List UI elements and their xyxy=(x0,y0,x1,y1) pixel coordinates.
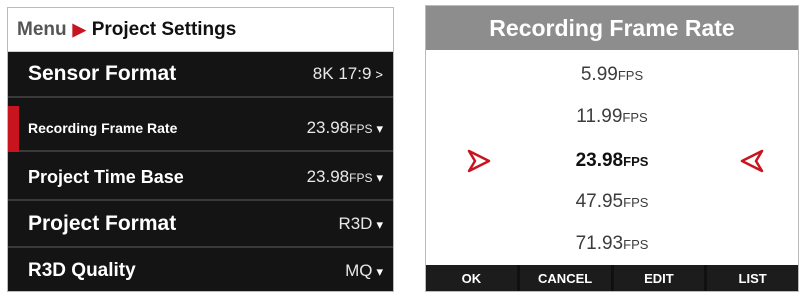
row-label: Sensor Format xyxy=(28,62,177,85)
project-settings-menu: Menu ▶ Project Settings Sensor Format 8K… xyxy=(7,7,394,292)
edit-button[interactable]: EDIT xyxy=(613,265,705,291)
option-unit: FPS xyxy=(623,237,649,252)
chevron-down-icon: ▾ xyxy=(376,170,383,185)
row-value-text: R3D xyxy=(338,214,373,233)
row-value: 23.98 FPS ▾ xyxy=(307,118,383,138)
selected-row-indicator xyxy=(8,106,19,152)
option-value: 71.93 xyxy=(575,233,624,254)
frame-rate-option[interactable]: 11.99FPS xyxy=(426,104,798,130)
row-value: 8K 17:9 > xyxy=(313,64,383,84)
breadcrumb-menu-link[interactable]: Menu xyxy=(17,19,67,41)
option-value: 23.98 xyxy=(575,150,624,171)
row-value-text: 23.98 xyxy=(306,118,350,137)
option-value: 5.99 xyxy=(580,64,618,85)
breadcrumb: Menu ▶ Project Settings xyxy=(8,8,393,52)
dialog-title: Recording Frame Rate xyxy=(426,6,798,50)
option-value: 11.99 xyxy=(576,106,623,127)
menu-row-sensor-format[interactable]: Sensor Format 8K 17:9 > xyxy=(8,52,393,98)
list-button[interactable]: LIST xyxy=(707,265,798,291)
row-label: Project Time Base xyxy=(28,166,184,187)
frame-rate-option[interactable]: 47.95FPS xyxy=(426,189,798,215)
row-label: Recording Frame Rate xyxy=(28,120,178,136)
chevron-right-icon: > xyxy=(375,67,383,82)
row-label: Project Format xyxy=(28,212,177,235)
cancel-button[interactable]: CANCEL xyxy=(519,265,611,291)
option-unit: FPS xyxy=(622,110,648,125)
chevron-down-icon: ▾ xyxy=(376,217,383,232)
option-unit: FPS xyxy=(623,195,649,210)
row-value: 23.98 FPS ▾ xyxy=(307,167,383,187)
chevron-down-icon: ▾ xyxy=(376,121,383,136)
frame-rate-picker-dialog: Recording Frame Rate 5.99FPS 11.99FPS 23… xyxy=(425,5,799,292)
selection-arrow-right-icon xyxy=(467,149,491,173)
option-unit: FPS xyxy=(617,68,644,83)
row-value: MQ ▾ xyxy=(345,261,383,281)
row-value-text: 8K 17:9 xyxy=(312,64,372,83)
row-value-text: MQ xyxy=(345,261,373,280)
softkey-bar: OK CANCEL EDIT LIST xyxy=(426,265,798,291)
option-value: 47.95 xyxy=(575,191,624,212)
row-value: R3D ▾ xyxy=(338,214,383,234)
frame-rate-option[interactable]: 5.99FPS xyxy=(426,62,798,88)
row-value-unit: FPS xyxy=(349,122,373,136)
row-value-unit: FPS xyxy=(349,171,373,185)
row-value-text: 23.98 xyxy=(306,167,350,186)
breadcrumb-current: Project Settings xyxy=(91,18,237,40)
menu-row-r3d-quality[interactable]: R3D Quality MQ ▾ xyxy=(8,248,393,291)
selection-arrow-left-icon xyxy=(740,149,764,173)
breadcrumb-separator-icon: ▶ xyxy=(72,19,86,39)
row-label: R3D Quality xyxy=(28,260,136,281)
frame-rate-option[interactable]: 71.93FPS xyxy=(426,231,798,257)
menu-row-project-time-base[interactable]: Project Time Base 23.98 FPS ▾ xyxy=(8,155,393,201)
ok-button[interactable]: OK xyxy=(426,265,517,291)
menu-row-recording-frame-rate[interactable]: Recording Frame Rate 23.98 FPS ▾ xyxy=(8,106,393,152)
menu-row-project-format[interactable]: Project Format R3D ▾ xyxy=(8,202,393,248)
chevron-down-icon: ▾ xyxy=(376,264,383,279)
option-unit: FPS xyxy=(623,154,649,169)
